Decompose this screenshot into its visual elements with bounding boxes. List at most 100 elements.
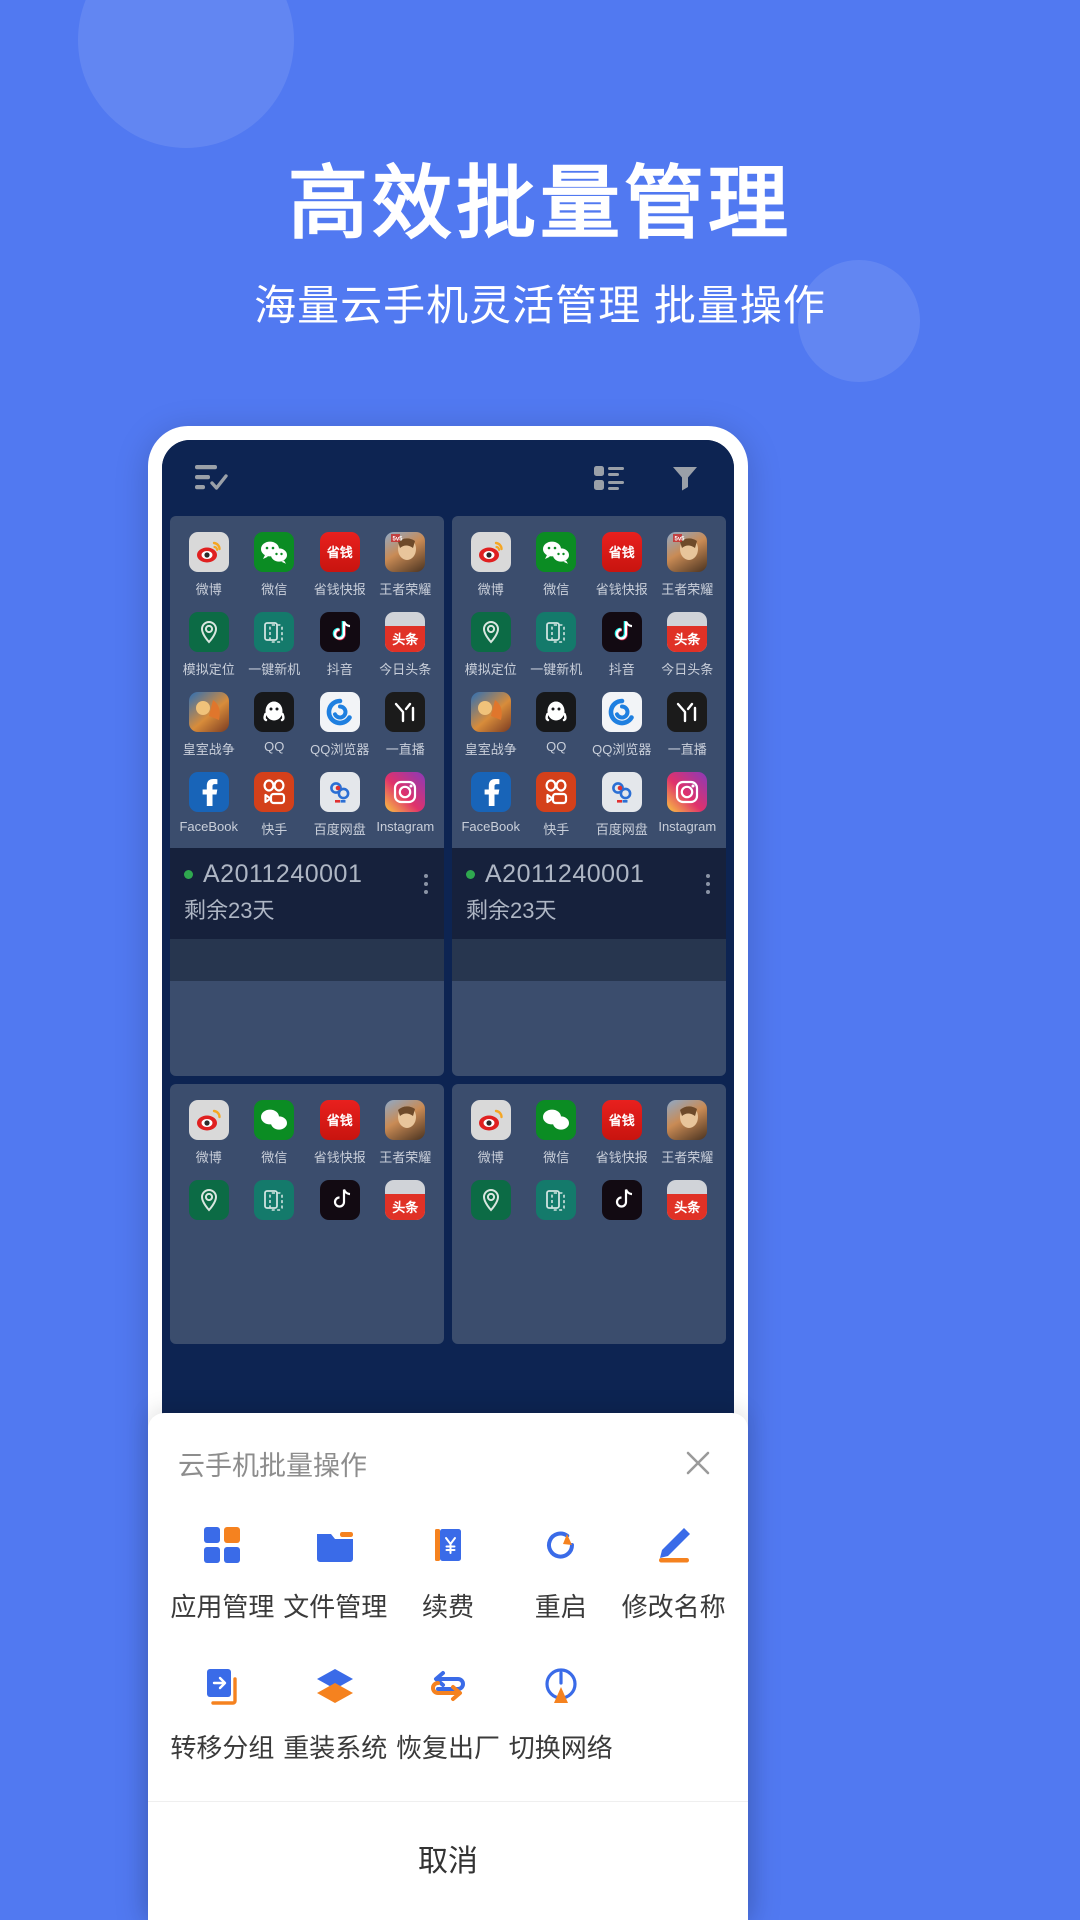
douyin-icon (601, 1180, 642, 1220)
app-item[interactable]: 5v5 王者荣耀 (655, 532, 721, 598)
app-item[interactable]: 快手 (242, 772, 308, 838)
app-item[interactable]: 头条 (655, 1180, 721, 1220)
app-item[interactable]: 微信 (242, 1100, 308, 1166)
app-label: 皇室战争 (182, 742, 235, 757)
app-item[interactable]: 微博 (176, 1100, 242, 1166)
action-renew[interactable]: 续费 (392, 1517, 505, 1624)
device-card[interactable]: 微博 微信 省钱 省钱快报 (170, 516, 444, 1076)
device-info: A2011240001 剩余23天 (452, 848, 726, 939)
app-item[interactable] (176, 1180, 242, 1220)
device-card[interactable]: 微博 微信 省钱 省钱快报 (170, 1084, 444, 1344)
device-id-row: A2011240001 (184, 860, 430, 889)
app-item[interactable]: 模拟定位 (458, 612, 524, 678)
new-device-icon (536, 1180, 577, 1220)
app-item[interactable]: 5v5 王者荣耀 (373, 532, 439, 598)
action-label: 应用管理 (170, 1592, 275, 1622)
app-item[interactable]: 微信 (242, 532, 308, 598)
app-item[interactable]: Instagram (655, 772, 721, 838)
app-item[interactable]: 头条 今日头条 (655, 612, 721, 678)
app-item[interactable]: 王者荣耀 (655, 1100, 721, 1166)
honor-of-kings-icon: 5v5 (385, 532, 426, 572)
qq-browser-icon (601, 692, 642, 732)
app-item[interactable]: 省钱 省钱快报 (589, 1100, 655, 1166)
app-item[interactable]: 头条 (373, 1180, 439, 1220)
app-item[interactable]: 一键新机 (242, 612, 308, 678)
app-item[interactable] (524, 1180, 590, 1220)
app-item[interactable] (242, 1180, 308, 1220)
app-item[interactable]: 百度网盘 (589, 772, 655, 838)
weibo-icon (188, 1100, 229, 1140)
app-item[interactable]: 百度网盘 (307, 772, 373, 838)
select-all-icon[interactable] (188, 455, 234, 501)
app-item[interactable]: Instagram (373, 772, 439, 838)
layers-reinstall-icon (307, 1658, 363, 1714)
app-item[interactable]: 抖音 (307, 612, 373, 678)
app-item[interactable]: FaceBook (176, 772, 242, 838)
app-item[interactable]: 快手 (524, 772, 590, 838)
app-item[interactable]: 王者荣耀 (373, 1100, 439, 1166)
close-icon[interactable] (678, 1443, 718, 1483)
app-item[interactable]: 微博 (176, 532, 242, 598)
app-label: 微信 (261, 1150, 288, 1165)
app-label: 王者荣耀 (379, 1150, 432, 1165)
device-more-menu-icon[interactable] (706, 874, 710, 894)
app-item[interactable]: QQ (524, 692, 590, 758)
status-dot-online (184, 870, 193, 879)
action-rename[interactable]: 修改名称 (617, 1517, 730, 1624)
toutiao-icon: 头条 (667, 1180, 708, 1220)
grid-list-icon[interactable] (586, 455, 632, 501)
action-switch-network[interactable]: 切换网络 (504, 1658, 617, 1765)
card-app-grid: 微博 微信 省钱 省钱快报 (170, 516, 444, 848)
action-move-group[interactable]: 转移分组 (166, 1658, 279, 1765)
app-item[interactable]: 一直播 (655, 692, 721, 758)
app-item[interactable]: 头条 今日头条 (373, 612, 439, 678)
app-item[interactable]: 模拟定位 (176, 612, 242, 678)
app-item[interactable] (307, 1180, 373, 1220)
app-item[interactable]: QQ浏览器 (307, 692, 373, 758)
app-item[interactable]: 省钱 省钱快报 (307, 1100, 373, 1166)
app-label: 抖音 (326, 662, 353, 677)
app-item[interactable]: 省钱 省钱快报 (307, 532, 373, 598)
action-grid-filler (617, 1658, 730, 1765)
weibo-icon (188, 532, 229, 572)
action-app-management[interactable]: 应用管理 (166, 1517, 279, 1624)
app-item[interactable]: 微博 (458, 1100, 524, 1166)
weibo-icon (470, 532, 511, 572)
app-item[interactable]: QQ (242, 692, 308, 758)
app-item[interactable]: 抖音 (589, 612, 655, 678)
baidu-pan-icon (601, 772, 642, 812)
app-item[interactable]: 省钱 省钱快报 (589, 532, 655, 598)
app-item[interactable]: QQ浏览器 (589, 692, 655, 758)
app-item[interactable]: 一直播 (373, 692, 439, 758)
app-item[interactable]: 一键新机 (524, 612, 590, 678)
app-item[interactable]: FaceBook (458, 772, 524, 838)
instagram-icon (385, 772, 426, 812)
app-label: 微博 (195, 1150, 222, 1165)
weibo-icon (470, 1100, 511, 1140)
app-label: 模拟定位 (182, 662, 235, 677)
app-label: 微信 (261, 582, 288, 597)
cancel-button[interactable]: 取消 (148, 1802, 748, 1920)
app-item[interactable]: 皇室战争 (458, 692, 524, 758)
app-item[interactable]: 微信 (524, 1100, 590, 1166)
hero-section: 高效批量管理 海量云手机灵活管理 批量操作 (0, 160, 1080, 333)
action-factory-reset[interactable]: 恢复出厂 (392, 1658, 505, 1765)
app-item[interactable]: 微信 (524, 532, 590, 598)
action-restart[interactable]: 重启 (504, 1517, 617, 1624)
funnel-filter-icon[interactable] (662, 455, 708, 501)
app-item[interactable] (589, 1180, 655, 1220)
app-item[interactable]: 微博 (458, 532, 524, 598)
device-remaining: 剩余23天 (466, 898, 557, 923)
device-card[interactable]: 微博 微信 省钱 省钱快报 (452, 1084, 726, 1344)
app-row: 皇室战争 QQ QQ浏览器 一直播 (458, 692, 720, 758)
new-device-icon (536, 612, 577, 652)
shengqian-icon: 省钱 (601, 1100, 642, 1140)
location-pin-icon (188, 1180, 229, 1220)
action-reinstall-system[interactable]: 重装系统 (279, 1658, 392, 1765)
device-card[interactable]: 微博 微信 省钱 省钱快报 (452, 516, 726, 1076)
action-file-management[interactable]: 文件管理 (279, 1517, 392, 1624)
app-row: 微博 微信 省钱 省钱快报 (176, 532, 438, 598)
app-item[interactable]: 皇室战争 (176, 692, 242, 758)
device-more-menu-icon[interactable] (424, 874, 428, 894)
app-item[interactable] (458, 1180, 524, 1220)
